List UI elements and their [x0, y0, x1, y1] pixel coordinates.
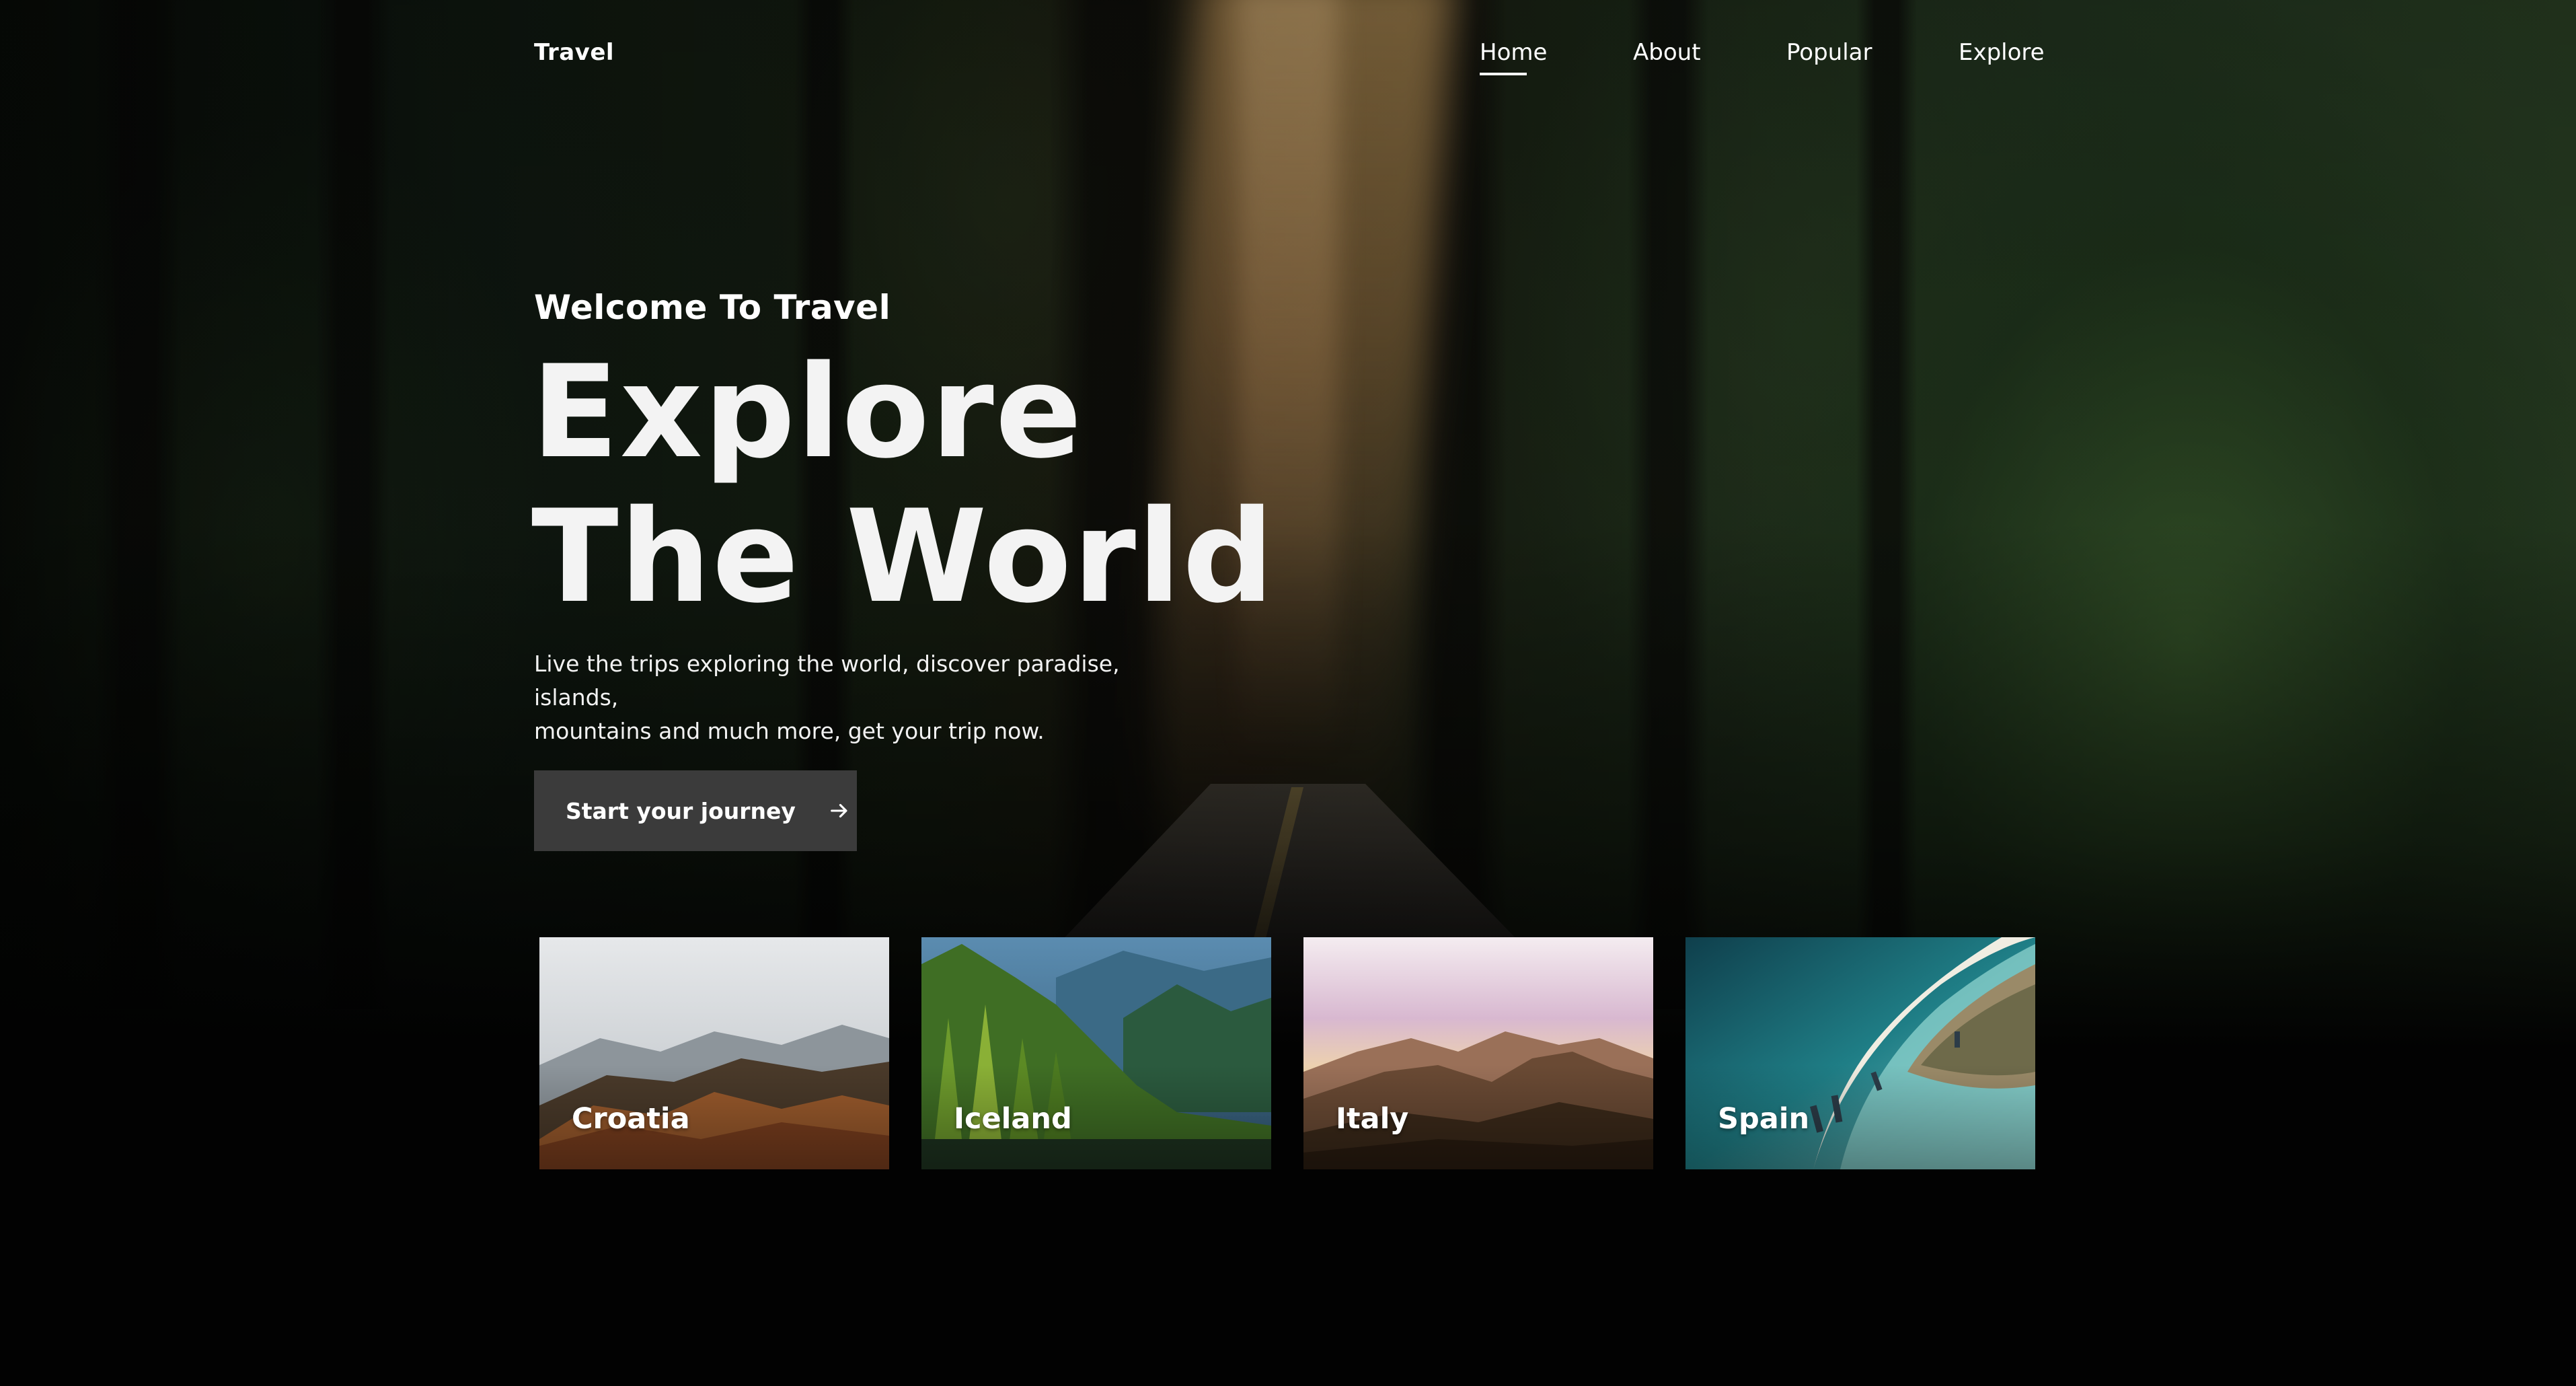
destination-card-italy[interactable]: Italy: [1303, 937, 1653, 1169]
nav-link-explore[interactable]: Explore: [1959, 39, 2045, 66]
hero-headline-line-1: Explore: [531, 338, 1084, 486]
nav-link-about[interactable]: About: [1633, 39, 1701, 66]
hero-overlay: [0, 0, 2576, 1050]
hero-description-line-2: mountains and much more, get your trip n…: [534, 718, 1045, 744]
destination-name: Italy: [1336, 1102, 1409, 1136]
nav-link-home[interactable]: Home: [1480, 39, 1547, 66]
hero-description: Live the trips exploring the world, disc…: [534, 647, 1207, 748]
arrow-right-icon: [828, 799, 851, 822]
hero-headline: Explore The World: [531, 340, 1275, 629]
destination-card-iceland[interactable]: Iceland: [921, 937, 1271, 1169]
nav-link-popular[interactable]: Popular: [1786, 39, 1872, 66]
destination-name: Croatia: [572, 1102, 690, 1136]
hero-headline-line-2: The World: [531, 482, 1276, 631]
hero-welcome-subtitle: Welcome To Travel: [534, 288, 891, 327]
nav-active-indicator: [1480, 73, 1527, 75]
destination-card-spain[interactable]: Spain: [1685, 937, 2035, 1169]
destination-name: Iceland: [954, 1102, 1072, 1136]
destination-card-croatia[interactable]: Croatia: [539, 937, 889, 1169]
start-journey-button-label: Start your journey: [566, 797, 796, 824]
hero-background-image: [0, 0, 2576, 1050]
brand-logo-link[interactable]: Travel: [534, 39, 614, 66]
hero-description-line-1: Live the trips exploring the world, disc…: [534, 651, 1120, 710]
destination-name: Spain: [1718, 1102, 1810, 1136]
start-journey-button[interactable]: Start your journey: [534, 770, 857, 851]
